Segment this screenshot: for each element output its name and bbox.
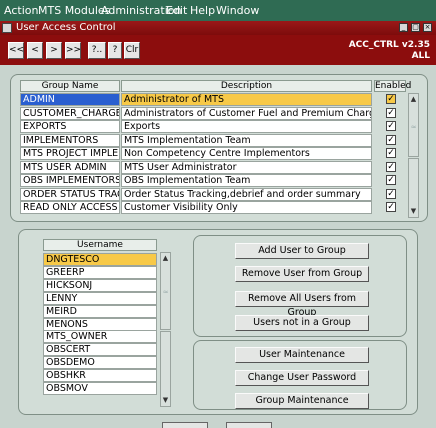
username-list-item[interactable]: OBSMOV: [43, 382, 157, 395]
menu-mts-modules[interactable]: MTS Modules: [38, 4, 110, 17]
menu-edit[interactable]: Edit: [166, 4, 187, 17]
menu-window[interactable]: Window: [216, 4, 259, 17]
window-icon: [2, 23, 12, 33]
enabled-checkbox[interactable]: ✓: [386, 202, 396, 212]
window-title: User Access Control: [16, 22, 116, 33]
group-name-cell[interactable]: IMPLEMENTORS: [20, 134, 120, 147]
username-list-item[interactable]: MTS_OWNER: [43, 330, 157, 343]
window-title-bar: User Access Control _ ▢ ×: [0, 21, 436, 35]
enabled-checkbox[interactable]: ✓: [386, 189, 396, 199]
users-not-in-group-button[interactable]: Users not in a Group: [235, 315, 369, 331]
remove-user-from-group-button[interactable]: Remove User from Group: [235, 266, 369, 282]
username-list-item[interactable]: LENNY: [43, 292, 157, 305]
scroll-up-icon[interactable]: ▲: [409, 94, 418, 105]
scroll-down-icon[interactable]: ▼: [409, 206, 418, 217]
groups-scrollbar-top[interactable]: ▲ ≈: [408, 93, 419, 157]
prev-record-button[interactable]: <: [27, 42, 43, 59]
bottom-button-right[interactable]: [226, 422, 272, 428]
username-list-item[interactable]: OBSHKR: [43, 369, 157, 382]
group-description-cell[interactable]: Order Status Tracking,debrief and order …: [121, 188, 372, 201]
username-list-item[interactable]: MEIRD: [43, 305, 157, 318]
enabled-header: Enabled: [374, 80, 412, 92]
menu-action[interactable]: Action: [4, 4, 38, 17]
users-scroll-grip-icon[interactable]: ≈: [162, 289, 169, 296]
group-description-cell[interactable]: Non Competency Centre Implementors: [121, 147, 372, 160]
group-name-cell[interactable]: READ ONLY ACCESS: [20, 201, 120, 214]
toolbar: << < > >> ?.. ? Clr ACC_CTRL v2.35 ALL: [0, 35, 436, 65]
group-name-header: Group Name: [20, 80, 120, 92]
menu-bar: Action MTS Modules Administration Edit H…: [0, 0, 436, 21]
username-list-item[interactable]: DNGTESCO: [43, 253, 157, 266]
menu-help[interactable]: Help: [190, 4, 215, 17]
description-header: Description: [121, 80, 372, 92]
user-maintenance-button[interactable]: User Maintenance: [235, 347, 369, 363]
group-name-cell[interactable]: CUSTOMER_CHARGES: [20, 107, 120, 120]
enabled-checkbox[interactable]: ✓: [386, 94, 396, 104]
enabled-checkbox[interactable]: ✓: [386, 162, 396, 172]
form-code-scope: ALL: [411, 51, 430, 61]
first-record-button[interactable]: <<: [8, 42, 24, 59]
enabled-checkbox[interactable]: ✓: [386, 175, 396, 185]
form-code: ACC_CTRL v2.35 ALL: [349, 40, 430, 62]
bottom-button-left[interactable]: [162, 422, 208, 428]
enabled-checkbox[interactable]: ✓: [386, 108, 396, 118]
enter-query-button[interactable]: ?..: [88, 42, 106, 59]
enabled-checkbox[interactable]: ✓: [386, 121, 396, 131]
scroll-grip-icon[interactable]: ≈: [410, 124, 417, 131]
group-description-cell[interactable]: Administrator of MTS: [121, 93, 372, 106]
remove-all-users-button[interactable]: Remove All Users from Group: [235, 291, 369, 318]
group-description-cell[interactable]: OBS Implementation Team: [121, 174, 372, 187]
maximize-icon[interactable]: ▢: [411, 23, 420, 32]
username-header: Username: [43, 239, 157, 251]
form-code-version: ACC_CTRL v2.35: [348, 40, 430, 50]
groups-scrollbar-bottom[interactable]: ▼: [408, 158, 419, 218]
enabled-checkbox[interactable]: ✓: [386, 135, 396, 145]
next-record-button[interactable]: >: [46, 42, 62, 59]
group-name-cell[interactable]: EXPORTS: [20, 120, 120, 133]
users-scroll-up-icon[interactable]: ▲: [161, 253, 170, 264]
group-description-cell[interactable]: MTS Implementation Team: [121, 134, 372, 147]
group-description-cell[interactable]: Customer Visibility Only: [121, 201, 372, 214]
users-scroll-down-icon[interactable]: ▼: [161, 395, 170, 406]
username-list-item[interactable]: GREERP: [43, 266, 157, 279]
enabled-checkbox[interactable]: ✓: [386, 148, 396, 158]
group-name-cell[interactable]: MTS PROJECT IMPLEM: [20, 147, 120, 160]
username-list-item[interactable]: OBSDEMO: [43, 356, 157, 369]
group-description-cell[interactable]: MTS User Administrator: [121, 161, 372, 174]
execute-query-button[interactable]: ?: [108, 42, 122, 59]
minimize-icon[interactable]: _: [399, 23, 408, 32]
add-user-to-group-button[interactable]: Add User to Group: [235, 243, 369, 259]
username-list-item[interactable]: HICKSONJ: [43, 279, 157, 292]
last-record-button[interactable]: >>: [65, 42, 81, 59]
group-name-cell[interactable]: MTS USER ADMIN: [20, 161, 120, 174]
close-icon[interactable]: ×: [423, 23, 432, 32]
users-scrollbar-top[interactable]: ▲ ≈: [160, 252, 171, 330]
users-scrollbar-bottom[interactable]: ▼: [160, 331, 171, 407]
group-name-cell[interactable]: OBS IMPLEMENTORS: [20, 174, 120, 187]
group-description-cell[interactable]: Exports: [121, 120, 372, 133]
group-name-cell[interactable]: ORDER STATUS TRAC: [20, 188, 120, 201]
group-maintenance-button[interactable]: Group Maintenance: [235, 393, 369, 409]
change-password-button[interactable]: Change User Password: [235, 370, 369, 386]
clear-button[interactable]: Clr: [124, 42, 140, 59]
group-description-cell[interactable]: Administrators of Customer Fuel and Prem…: [121, 107, 372, 120]
username-list-item[interactable]: OBSCERT: [43, 343, 157, 356]
group-name-cell[interactable]: ADMIN: [20, 93, 120, 106]
